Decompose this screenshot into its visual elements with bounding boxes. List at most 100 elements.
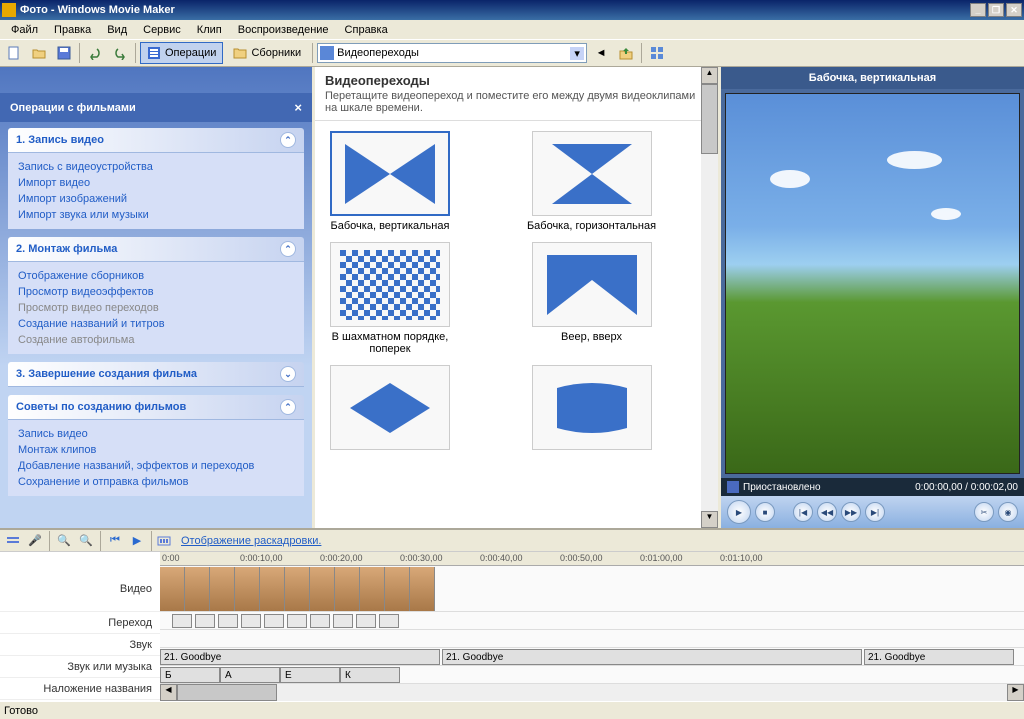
- prev-button[interactable]: |◀: [793, 502, 813, 522]
- scroll-up-button[interactable]: ▲: [701, 67, 718, 84]
- transition-clip[interactable]: [379, 614, 399, 628]
- timeline-hscroll[interactable]: ◀ ▶: [160, 684, 1024, 701]
- timeline-ruler[interactable]: 0:00 0:00:10,00 0:00:20,00 0:00:30,00 0:…: [160, 552, 1024, 566]
- tl-level-button[interactable]: [4, 532, 22, 550]
- scroll-left-button[interactable]: ◀: [160, 684, 177, 701]
- transition-item-5[interactable]: [325, 365, 455, 454]
- next-button[interactable]: ▶|: [865, 502, 885, 522]
- video-clip[interactable]: [210, 567, 235, 611]
- video-clip[interactable]: [185, 567, 210, 611]
- scrollbar-thumb[interactable]: [177, 684, 277, 701]
- tasks-close-button[interactable]: ×: [294, 100, 302, 115]
- scroll-right-button[interactable]: ▶: [1007, 684, 1024, 701]
- audio-clip[interactable]: 21. Goodbye: [160, 649, 440, 665]
- collection-combo[interactable]: Видеопереходы ▾: [317, 43, 587, 63]
- task-make-titles[interactable]: Создание названий и титров: [18, 316, 294, 332]
- task-show-collections[interactable]: Отображение сборников: [18, 268, 294, 284]
- task-import-images[interactable]: Импорт изображений: [18, 191, 294, 207]
- transition-butterfly-h[interactable]: Бабочка, горизонтальная: [527, 131, 657, 232]
- overlay-track[interactable]: Б А Е К: [160, 666, 1024, 684]
- scroll-down-button[interactable]: ▼: [701, 511, 718, 528]
- transition-fan-up[interactable]: Веер, вверх: [527, 242, 657, 355]
- transition-track[interactable]: [160, 612, 1024, 630]
- tl-zoomin-button[interactable]: 🔍: [55, 532, 73, 550]
- transition-clip[interactable]: [264, 614, 284, 628]
- transition-clip[interactable]: [195, 614, 215, 628]
- new-button[interactable]: [3, 42, 25, 64]
- transition-clip[interactable]: [287, 614, 307, 628]
- menu-edit[interactable]: Правка: [47, 22, 98, 38]
- tl-zoomout-button[interactable]: 🔍: [77, 532, 95, 550]
- menu-help[interactable]: Справка: [338, 22, 395, 38]
- task-import-audio[interactable]: Импорт звука или музыки: [18, 207, 294, 223]
- transition-clip[interactable]: [356, 614, 376, 628]
- restore-button[interactable]: ❐: [988, 3, 1004, 17]
- video-track[interactable]: [160, 566, 1024, 612]
- scrollbar-thumb[interactable]: [701, 84, 718, 154]
- tasks-toggle[interactable]: Операции: [140, 42, 223, 64]
- menu-tools[interactable]: Сервис: [136, 22, 188, 38]
- transition-butterfly-v[interactable]: Бабочка, вертикальная: [325, 131, 455, 232]
- rewind-button[interactable]: ◀◀: [817, 502, 837, 522]
- transition-checker[interactable]: В шахматном порядке, поперек: [325, 242, 455, 355]
- redo-button[interactable]: [109, 42, 131, 64]
- view-thumb-button[interactable]: [646, 42, 668, 64]
- audio-clip[interactable]: 21. Goodbye: [864, 649, 1014, 665]
- menu-clip[interactable]: Клип: [190, 22, 229, 38]
- tl-play-button[interactable]: ▶: [128, 532, 146, 550]
- section-edit-head[interactable]: 2. Монтаж фильма ⌃: [8, 237, 304, 262]
- tip-save[interactable]: Сохранение и отправка фильмов: [18, 474, 294, 490]
- up-button[interactable]: [615, 42, 637, 64]
- video-clip[interactable]: [285, 567, 310, 611]
- stop-button[interactable]: ■: [755, 502, 775, 522]
- video-clip[interactable]: [260, 567, 285, 611]
- section-finish-head[interactable]: 3. Завершение создания фильма ⌄: [8, 362, 304, 387]
- transition-clip[interactable]: [310, 614, 330, 628]
- minimize-button[interactable]: _: [970, 3, 986, 17]
- video-clip[interactable]: [335, 567, 360, 611]
- menu-file[interactable]: Файл: [4, 22, 45, 38]
- transition-clip[interactable]: [333, 614, 353, 628]
- collection-scrollbar[interactable]: ▲ ▼: [701, 67, 718, 528]
- forward-button[interactable]: ▶▶: [841, 502, 861, 522]
- task-view-effects[interactable]: Просмотр видеоэффектов: [18, 284, 294, 300]
- open-button[interactable]: [28, 42, 50, 64]
- collections-toggle[interactable]: Сборники: [226, 42, 308, 64]
- menu-play[interactable]: Воспроизведение: [231, 22, 336, 38]
- transition-clip[interactable]: [218, 614, 238, 628]
- title-clip[interactable]: Б: [160, 667, 220, 683]
- audio-track[interactable]: [160, 630, 1024, 648]
- play-button[interactable]: ▶: [727, 500, 751, 524]
- save-button[interactable]: [53, 42, 75, 64]
- video-clip[interactable]: [160, 567, 185, 611]
- tl-rewind-button[interactable]: ⏮: [106, 532, 124, 550]
- title-clip[interactable]: А: [220, 667, 280, 683]
- video-clip[interactable]: [235, 567, 260, 611]
- transition-clip[interactable]: [172, 614, 192, 628]
- audio-clip[interactable]: 21. Goodbye: [442, 649, 862, 665]
- tip-capture[interactable]: Запись видео: [18, 426, 294, 442]
- tl-narrate-button[interactable]: 🎤: [26, 532, 44, 550]
- tip-edit[interactable]: Монтаж клипов: [18, 442, 294, 458]
- transition-item-6[interactable]: [527, 365, 657, 454]
- video-clip[interactable]: [410, 567, 435, 611]
- task-capture-device[interactable]: Запись с видеоустройства: [18, 159, 294, 175]
- close-button[interactable]: ✕: [1006, 3, 1022, 17]
- tl-view-toggle[interactable]: Отображение раскадровки.: [181, 535, 321, 547]
- section-tips-head[interactable]: Советы по созданию фильмов ⌃: [8, 395, 304, 420]
- undo-button[interactable]: [84, 42, 106, 64]
- title-clip[interactable]: К: [340, 667, 400, 683]
- split-button[interactable]: ✂: [974, 502, 994, 522]
- video-clip[interactable]: [310, 567, 335, 611]
- video-clip[interactable]: [360, 567, 385, 611]
- menu-view[interactable]: Вид: [100, 22, 134, 38]
- title-clip[interactable]: Е: [280, 667, 340, 683]
- task-import-video[interactable]: Импорт видео: [18, 175, 294, 191]
- snapshot-button[interactable]: ◉: [998, 502, 1018, 522]
- music-track[interactable]: 21. Goodbye 21. Goodbye 21. Goodbye: [160, 648, 1024, 666]
- transition-clip[interactable]: [241, 614, 261, 628]
- tip-titles[interactable]: Добавление названий, эффектов и переходо…: [18, 458, 294, 474]
- video-clip[interactable]: [385, 567, 410, 611]
- nav-back-button[interactable]: ◄: [590, 42, 612, 64]
- section-capture-head[interactable]: 1. Запись видео ⌃: [8, 128, 304, 153]
